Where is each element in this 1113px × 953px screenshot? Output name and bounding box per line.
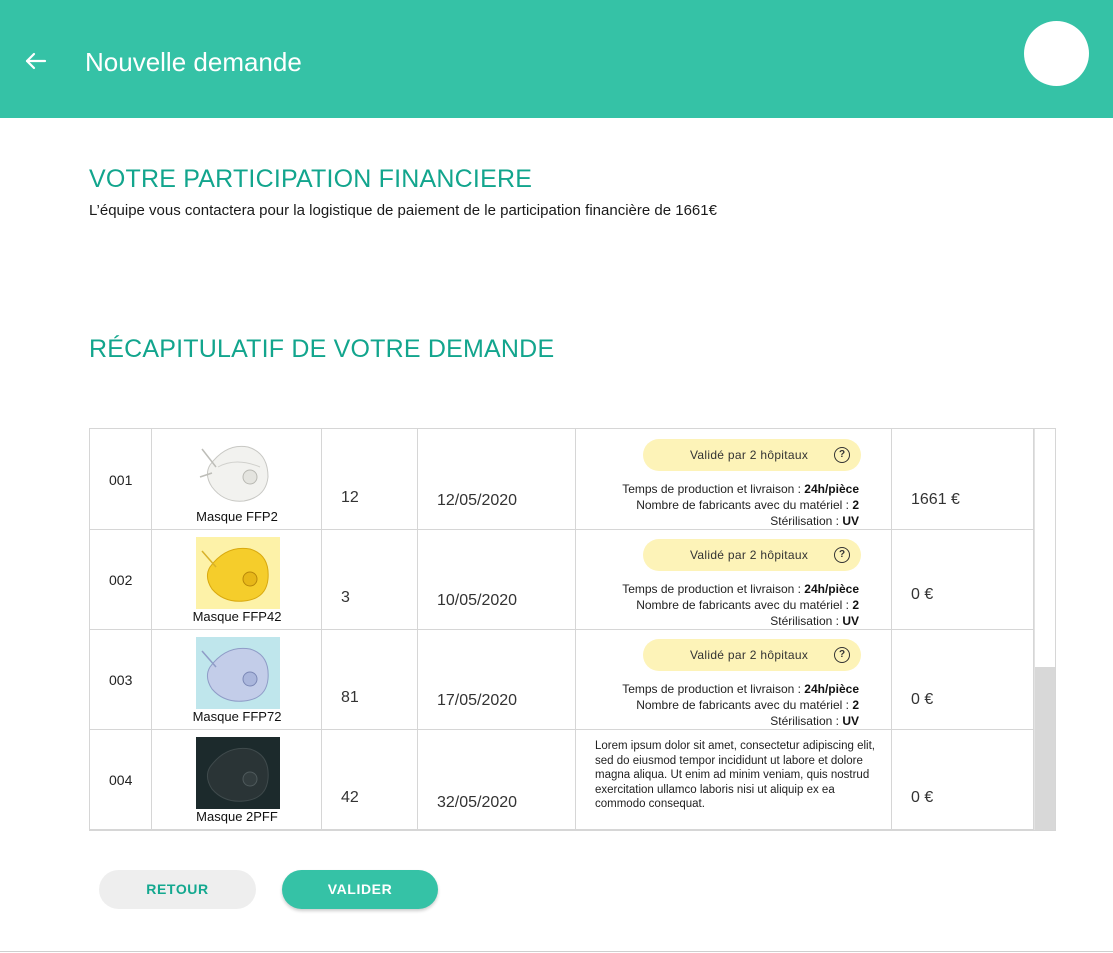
- row-id: 004: [109, 772, 133, 788]
- financial-info-text: L’équipe vous contactera pour la logisti…: [89, 202, 717, 219]
- page-title: Nouvelle demande: [85, 47, 302, 77]
- help-icon[interactable]: ?: [834, 547, 850, 563]
- product-name: Masque FFP72: [192, 709, 282, 724]
- product-name: Masque FFP42: [192, 609, 282, 624]
- product-name: Masque FFP2: [196, 509, 278, 524]
- help-icon[interactable]: ?: [834, 647, 850, 663]
- row-id: 003: [109, 672, 133, 688]
- avatar[interactable]: [1024, 21, 1089, 86]
- summary-table: 001 Masque FFP2 12 12/05/2020 Validé par…: [89, 428, 1056, 831]
- product-info: Temps de production et livraison : 24h/p…: [622, 582, 859, 628]
- validation-badge: Validé par 2 hôpitaux ?: [643, 639, 861, 671]
- date: 17/05/2020: [437, 692, 518, 709]
- date: 32/05/2020: [437, 794, 518, 811]
- validate-button[interactable]: VALIDER: [282, 870, 438, 909]
- quantity: 42: [341, 789, 359, 806]
- back-arrow-icon[interactable]: [22, 47, 50, 75]
- table-scrollbar[interactable]: [1034, 429, 1055, 830]
- product-description: Lorem ipsum dolor sit amet, consectetur …: [595, 740, 875, 811]
- date: 12/05/2020: [437, 492, 518, 509]
- summary-section-title: RÉCAPITULATIF DE VOTRE DEMANDE: [89, 335, 555, 363]
- divider: [0, 951, 1113, 952]
- mask-white-image: [199, 445, 269, 502]
- product-info: Temps de production et livraison : 24h/p…: [622, 682, 859, 728]
- quantity: 81: [341, 689, 359, 706]
- table-row: 004 Masque 2PFF 42 32/05/2020 Lorem ipsu…: [90, 729, 1034, 830]
- mask-blue-image: [196, 637, 280, 709]
- back-button[interactable]: RETOUR: [99, 870, 256, 909]
- price: 0 €: [911, 789, 934, 806]
- help-icon[interactable]: ?: [834, 447, 850, 463]
- row-id: 002: [109, 572, 133, 588]
- app-header: Nouvelle demande: [0, 0, 1113, 118]
- mask-black-image: [196, 737, 280, 809]
- product-info: Temps de production et livraison : 24h/p…: [622, 482, 859, 528]
- quantity: 3: [341, 589, 350, 606]
- table-row: 001 Masque FFP2 12 12/05/2020 Validé par…: [90, 429, 1034, 530]
- mask-yellow-image: [196, 537, 280, 609]
- validation-badge: Validé par 2 hôpitaux ?: [643, 539, 861, 571]
- product-name: Masque 2PFF: [196, 809, 278, 824]
- table-row: 003 Masque FFP72 81 17/05/2020 Validé pa…: [90, 629, 1034, 730]
- row-id: 001: [109, 472, 133, 488]
- table-row: 002 Masque FFP42 3 10/05/2020 Validé par…: [90, 529, 1034, 630]
- price: 1661 €: [911, 491, 960, 508]
- quantity: 12: [341, 489, 359, 506]
- price: 0 €: [911, 586, 934, 603]
- validation-badge: Validé par 2 hôpitaux ?: [643, 439, 861, 471]
- financial-section-title: VOTRE PARTICIPATION FINANCIERE: [89, 165, 533, 193]
- price: 0 €: [911, 691, 934, 708]
- scroll-thumb[interactable]: [1035, 667, 1055, 830]
- date: 10/05/2020: [437, 592, 518, 609]
